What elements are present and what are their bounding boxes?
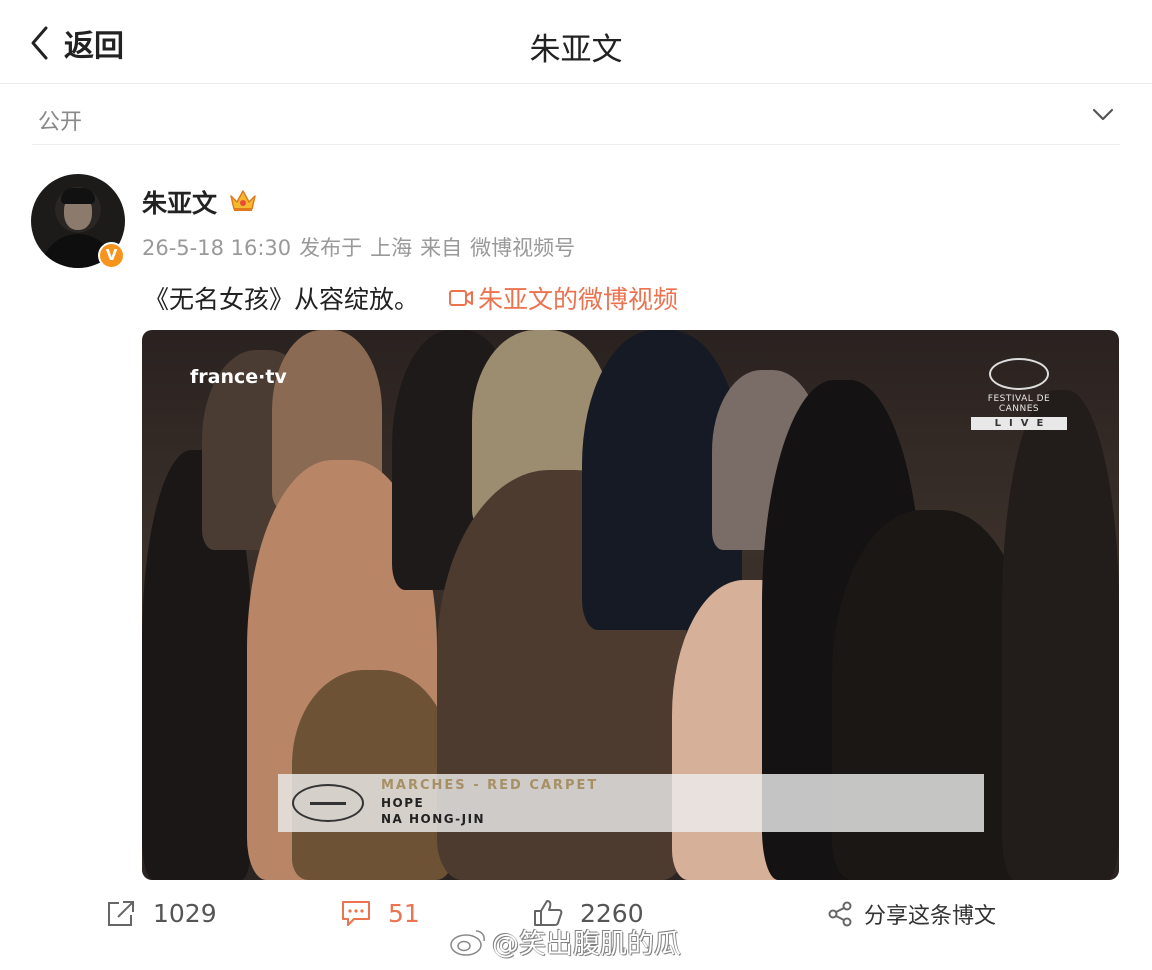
repost-count: 1029: [153, 898, 217, 928]
location: 上海: [370, 236, 413, 260]
share-label: 分享这条博文: [864, 904, 997, 929]
repost-button[interactable]: 1029: [105, 898, 217, 928]
post-meta: 26-5-18 16:30 发布于 上海 来自 微博视频号: [142, 232, 583, 262]
festival-logo: FESTIVAL DE CANNES LIVE: [971, 358, 1067, 430]
video-link[interactable]: 朱亚文的微博视频: [448, 280, 678, 316]
channel-logo: france·tv: [190, 366, 287, 388]
lower-third-director: NA HONG-JIN: [381, 812, 486, 826]
source[interactable]: 微博视频号: [470, 236, 575, 260]
repost-icon: [108, 901, 134, 926]
video-link-label: 朱亚文的微博视频: [478, 285, 679, 314]
top-bar: 返回 朱亚文: [0, 0, 1152, 84]
crowd-figure: [1002, 390, 1119, 880]
avatar-hair: [61, 188, 95, 204]
share-icon: [828, 901, 852, 927]
watermark-text: @笑出腹肌的瓜: [492, 929, 681, 960]
source-prefix: 来自: [420, 236, 463, 260]
festival-name: FESTIVAL DE CANNES: [987, 394, 1051, 414]
post-text: 《无名女孩》从容绽放。: [144, 285, 420, 314]
watermark: @笑出腹肌的瓜: [448, 922, 681, 961]
author-name[interactable]: 朱亚文: [142, 184, 217, 220]
comment-count: 51: [388, 898, 420, 928]
visibility-label: 公开: [38, 110, 83, 135]
comment-icon: [342, 901, 370, 926]
live-label: LIVE: [971, 417, 1067, 430]
timestamp: 26-5-18 16:30: [142, 236, 292, 260]
location-prefix: 发布于: [299, 236, 363, 260]
chevron-down-icon[interactable]: [1090, 103, 1116, 125]
share-button[interactable]: 分享这条博文: [826, 898, 996, 930]
video-player[interactable]: france·tv FESTIVAL DE CANNES LIVE MARCHE…: [142, 330, 1119, 880]
video-icon: [449, 290, 473, 306]
comment-button[interactable]: 51: [340, 898, 420, 928]
weibo-logo-icon: [450, 929, 485, 956]
lower-third-event: MARCHES - RED CARPET: [381, 778, 599, 793]
lower-third-title: HOPE: [381, 796, 425, 810]
verified-badge: V: [98, 242, 125, 269]
page-title: 朱亚文: [529, 32, 623, 68]
palm-emblem-icon: [989, 358, 1049, 390]
divider: [32, 144, 1120, 145]
lower-third: MARCHES - RED CARPET HOPE NA HONG-JIN: [278, 774, 984, 832]
palm-logo-icon: [292, 784, 364, 822]
crown-icon: [230, 190, 256, 211]
